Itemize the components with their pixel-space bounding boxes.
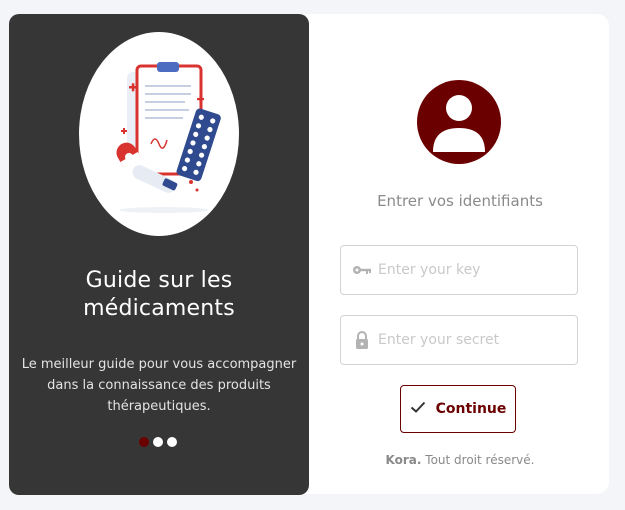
promo-title-line: médicaments bbox=[83, 296, 235, 321]
medication-illustration bbox=[79, 32, 239, 236]
promo-title-line: Guide sur les bbox=[85, 268, 233, 293]
key-icon bbox=[352, 260, 372, 280]
promo-description-line: Le meilleur guide pour vous accompagner bbox=[21, 357, 297, 372]
promo-description: Le meilleur guide pour vous accompagner … bbox=[17, 354, 301, 417]
lock-icon bbox=[352, 330, 372, 350]
check-icon bbox=[410, 401, 426, 417]
secret-input[interactable] bbox=[378, 332, 577, 348]
footer-brand: Kora. bbox=[385, 453, 422, 467]
promo-title: Guide sur les médicaments bbox=[9, 267, 309, 323]
key-field bbox=[340, 245, 578, 295]
continue-button[interactable]: Continue bbox=[400, 385, 516, 433]
promo-description-line: thérapeutiques. bbox=[107, 399, 211, 414]
carousel-dot-1[interactable] bbox=[139, 437, 149, 447]
carousel-dot-3[interactable] bbox=[167, 437, 177, 447]
carousel-dot-2[interactable] bbox=[153, 437, 163, 447]
user-avatar bbox=[417, 80, 501, 164]
promo-panel: Guide sur les médicaments Le meilleur gu… bbox=[9, 14, 309, 495]
login-instructions: Entrer vos identifiants bbox=[377, 192, 543, 210]
carousel-indicators bbox=[139, 437, 177, 447]
footer-text: Tout droit réservé. bbox=[425, 453, 535, 467]
footer-copyright: Kora. Tout droit réservé. bbox=[330, 453, 590, 467]
key-input[interactable] bbox=[378, 262, 577, 278]
continue-button-label: Continue bbox=[435, 401, 507, 417]
secret-field bbox=[340, 315, 578, 365]
user-icon bbox=[433, 95, 485, 152]
promo-description-line: dans la connaissance des produits bbox=[47, 378, 271, 393]
